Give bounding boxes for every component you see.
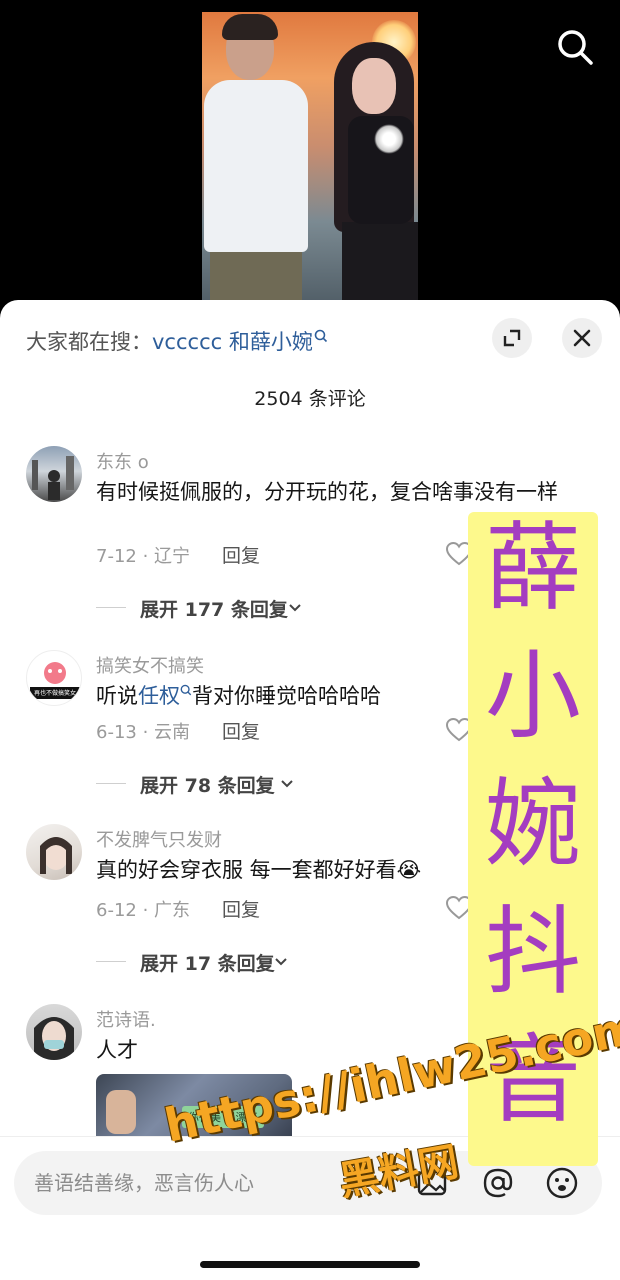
comment-keyword-link[interactable]: 任权 [138,684,180,708]
chevron-down-icon [281,780,293,788]
small-search-icon [314,326,328,350]
expand-replies-button[interactable]: 展开 78 条回复 [96,772,396,797]
at-icon[interactable] [480,1165,516,1201]
comment-meta: 6-12 · 广东 [96,900,191,921]
woman-face [352,58,396,114]
search-button[interactable] [552,24,598,70]
expand-replies-label: 展开 177 条回复 [140,599,288,621]
avatar[interactable] [26,824,82,880]
comment-username[interactable]: 搞笑女不搞笑 [96,652,204,678]
comment-meta: 6-13 · 云南 [96,722,191,743]
watermark-char: 抖 [485,896,581,1008]
reply-button[interactable]: 回复 [222,895,260,922]
expand-divider [96,961,126,962]
hot-search-keyword[interactable]: vccccc 和薛小婉 [152,330,313,354]
watermark-char: 婉 [485,768,581,880]
close-icon [573,329,591,347]
small-search-icon [180,684,192,696]
search-icon [558,30,593,65]
reply-button[interactable]: 回复 [222,541,260,568]
comment-text-part: 听说 [96,684,138,708]
fullscreen-button[interactable] [492,318,532,358]
image-hand [106,1090,136,1134]
comment-input[interactable] [34,1163,334,1203]
expand-replies-button[interactable]: 展开 17 条回复 [96,950,396,975]
video-player[interactable] [0,0,620,312]
hot-search-link[interactable]: 大家都在搜：vccccc 和薛小婉 [26,326,328,356]
man-hair [222,14,278,40]
avatar[interactable] [26,1004,82,1060]
woman-skirt [342,222,418,312]
avatar[interactable]: 再也不做搞笑女 [26,650,82,706]
expand-divider [96,783,126,784]
comment-count: 2504 条评论 [254,388,366,410]
woman-top-flower [374,124,404,154]
reply-button[interactable]: 回复 [222,717,260,744]
man-shirt [204,80,308,252]
video-frame[interactable] [202,12,418,312]
close-button[interactable] [562,318,602,358]
hot-search-prefix: 大家都在搜： [26,330,152,354]
comment-username[interactable]: 东东 o [96,448,149,474]
emoji-icon[interactable] [544,1165,580,1201]
expand-icon [503,329,521,347]
expand-replies-label: 展开 78 条回复 [140,775,275,797]
avatar-caption: 再也不做搞笑女 [33,690,76,697]
expand-divider [96,607,126,608]
comment-username[interactable]: 不发脾气只发财 [96,826,222,852]
watermark-char: 薛 [485,512,581,624]
expand-replies-label: 展开 17 条回复 [140,953,275,975]
comment-meta: 7-12 · 辽宁 [96,546,191,567]
comment-username[interactable]: 范诗语. [96,1006,156,1032]
expand-replies-button[interactable]: 展开 177 条回复 [96,596,396,621]
chevron-down-icon [275,958,287,966]
home-indicator [200,1261,420,1268]
watermark-char: 小 [485,640,581,752]
chevron-down-icon [289,604,301,612]
avatar[interactable] [26,446,82,502]
comment-text-part: 背对你睡觉哈哈哈哈 [192,684,381,708]
comment-text: 有时候挺佩服的，分开玩的花，复合啥事没有一样 [96,480,558,504]
